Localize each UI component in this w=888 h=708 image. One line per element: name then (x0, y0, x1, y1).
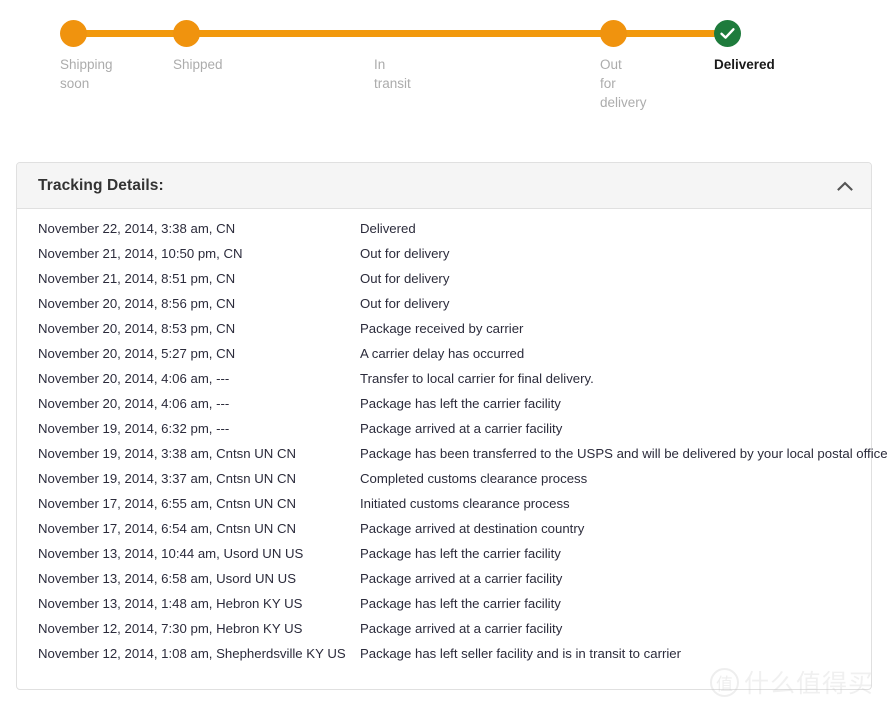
tracking-event-row: November 21, 2014, 8:51 pm, CN Out for de… (17, 271, 871, 296)
tracking-event-status: Out for delivery (360, 246, 450, 261)
tracking-event-row: November 12, 2014, 1:08 am, Shepherdsvil… (17, 646, 871, 671)
tracking-event-row: November 20, 2014, 4:06 am, --- Transfer … (17, 371, 871, 396)
tracking-event-row: November 20, 2014, 8:53 pm, CN Package re… (17, 321, 871, 346)
tracking-event-row: November 17, 2014, 6:55 am, Cntsn UN CN I… (17, 496, 871, 521)
progress-label-1: Shipped (173, 57, 223, 72)
chevron-up-icon[interactable] (833, 174, 857, 198)
tracking-event-date: November 20, 2014, 5:27 pm, CN (38, 346, 236, 361)
tracking-event-status: Package arrived at a carrier facility (360, 571, 563, 586)
tracking-event-date: November 21, 2014, 8:51 pm, CN (38, 271, 236, 286)
page-title: Tracking Details: (38, 176, 164, 194)
tracking-event-row: November 20, 2014, 8:56 pm, CN Out for de… (17, 296, 871, 321)
tracking-event-date: November 19, 2014, 6:32 pm, --- (38, 421, 230, 436)
tracking-event-date: November 21, 2014, 10:50 pm, CN (38, 246, 243, 261)
tracking-event-date: November 12, 2014, 7:30 pm, Hebron KY US (38, 621, 303, 636)
tracking-event-row: November 17, 2014, 6:54 am, Cntsn UN CN P… (17, 521, 871, 546)
tracking-event-date: November 13, 2014, 1:48 am, Hebron KY US (38, 596, 303, 611)
tracking-event-row: November 21, 2014, 10:50 pm, CN Out for d… (17, 246, 871, 271)
tracking-details-header[interactable]: Tracking Details: (17, 163, 871, 209)
tracking-event-status: Out for delivery (360, 296, 450, 311)
progress-label-3: Out for delivery (600, 57, 647, 110)
progress-node-1 (173, 20, 200, 47)
tracking-event-date: November 13, 2014, 6:58 am, Usord UN US (38, 571, 297, 586)
tracking-event-date: November 19, 2014, 3:38 am, Cntsn UN CN (38, 446, 297, 461)
tracking-event-status: Package has left the carrier facility (360, 396, 561, 411)
tracking-event-row: November 20, 2014, 5:27 pm, CN A carrier … (17, 346, 871, 371)
tracking-event-date: November 17, 2014, 6:55 am, Cntsn UN CN (38, 496, 297, 511)
tracking-event-date: November 17, 2014, 6:54 am, Cntsn UN CN (38, 521, 297, 536)
tracking-event-row: November 19, 2014, 3:37 am, Cntsn UN CN C… (17, 471, 871, 496)
progress-label-2: In transit (374, 57, 411, 91)
progress-node-4 (714, 20, 741, 47)
tracking-event-status: Package arrived at a carrier facility (360, 421, 563, 436)
tracking-event-status: Transfer to local carrier for final deli… (360, 371, 594, 386)
tracking-event-date: November 20, 2014, 4:06 am, --- (38, 396, 230, 411)
tracking-event-date: November 20, 2014, 4:06 am, --- (38, 371, 230, 386)
tracking-event-date: November 22, 2014, 3:38 am, CN (38, 221, 236, 236)
tracking-event-status: Delivered (360, 221, 416, 236)
tracking-event-row: November 19, 2014, 6:32 pm, --- Package a… (17, 421, 871, 446)
tracking-event-row: November 12, 2014, 7:30 pm, Hebron KY US… (17, 621, 871, 646)
tracking-event-status: Package has left seller facility and is … (360, 646, 682, 661)
tracking-event-status: Package received by carrier (360, 321, 524, 336)
progress-label-0: Shipping soon (60, 57, 113, 91)
tracking-event-status: Initiated customs clearance process (360, 496, 570, 511)
tracking-events-list: November 22, 2014, 3:38 am, CN Delivered N… (17, 209, 888, 689)
check-icon (720, 28, 735, 39)
tracking-event-status: Package has been transferred to the USPS… (360, 446, 888, 461)
tracking-event-status: Package arrived at destination country (360, 521, 585, 536)
tracking-event-date: November 20, 2014, 8:53 pm, CN (38, 321, 236, 336)
tracking-event-row: November 19, 2014, 3:38 am, Cntsn UN CN P… (17, 446, 888, 471)
tracking-event-row: November 13, 2014, 1:48 am, Hebron KY US… (17, 596, 871, 621)
tracking-event-status: Package has left the carrier facility (360, 546, 561, 561)
tracking-event-status: Out for delivery (360, 271, 450, 286)
tracking-event-row: November 22, 2014, 3:38 am, CN Delivered (17, 221, 871, 246)
progress-node-0 (60, 20, 87, 47)
tracking-event-date: November 12, 2014, 1:08 am, Shepherdsvil… (38, 646, 346, 661)
tracking-event-date: November 13, 2014, 10:44 am, Usord UN US (38, 546, 304, 561)
tracking-event-row: November 13, 2014, 6:58 am, Usord UN US P… (17, 571, 871, 596)
progress-label-4: Delivered (714, 57, 775, 72)
progress-node-3 (600, 20, 627, 47)
tracking-event-status: Completed customs clearance process (360, 471, 588, 486)
tracking-event-row: November 20, 2014, 4:06 am, --- Package h… (17, 396, 871, 421)
progress-bar-track (73, 30, 728, 37)
tracking-event-status: Package arrived at a carrier facility (360, 621, 563, 636)
tracking-event-status: A carrier delay has occurred (360, 346, 525, 361)
tracking-event-status: Package has left the carrier facility (360, 596, 561, 611)
tracking-event-date: November 20, 2014, 8:56 pm, CN (38, 296, 236, 311)
tracking-details-panel: Tracking Details: November 22, 2014, 3:3… (16, 162, 888, 690)
shipping-progress-tracker: Shipping soon Shipped In transit Out for de… (0, 0, 888, 155)
tracking-event-row: November 13, 2014, 10:44 am, Usord UN US… (17, 546, 871, 571)
tracking-event-date: November 19, 2014, 3:37 am, Cntsn UN CN (38, 471, 297, 486)
